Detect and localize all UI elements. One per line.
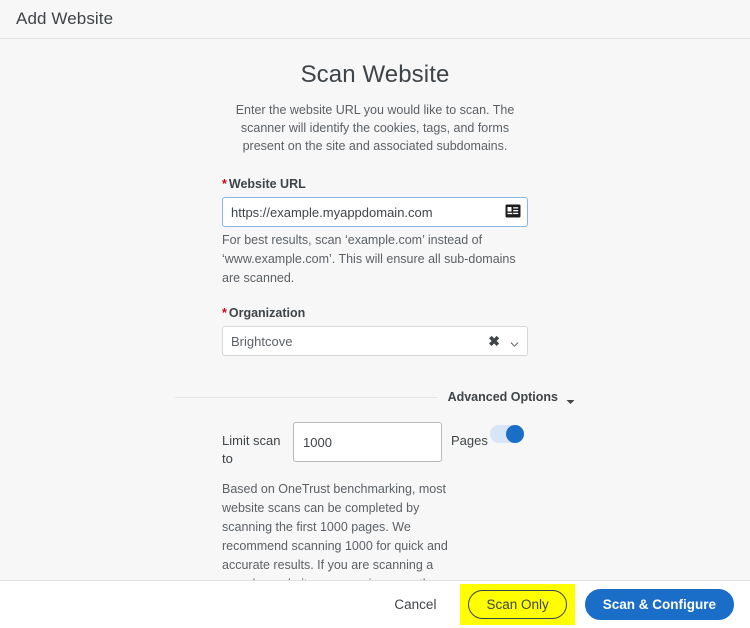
- advanced-options-row[interactable]: Advanced Options: [175, 390, 575, 404]
- website-url-helper-text: For best results, scan ‘example.com’ ins…: [222, 233, 516, 285]
- required-asterisk-org: *: [222, 306, 227, 320]
- scan-only-button[interactable]: Scan Only: [468, 590, 567, 619]
- limit-scan-label: Limit scan to: [222, 433, 281, 466]
- scan-website-heading: Scan Website: [300, 61, 450, 88]
- divider: [175, 396, 438, 398]
- pages-label: Pages: [451, 433, 488, 448]
- website-url-row: [222, 197, 528, 227]
- limit-scan-row: Limit scan to Pages: [222, 422, 528, 468]
- page-title: Add Website: [16, 9, 114, 28]
- required-asterisk-url: *: [222, 177, 227, 191]
- limit-scan-toggle[interactable]: [489, 425, 524, 443]
- organization-select[interactable]: Brightcove: [222, 326, 528, 356]
- chevron-down-icon[interactable]: [510, 336, 519, 347]
- organization-row: Brightcove ✖: [222, 326, 528, 356]
- caret-down-icon[interactable]: [566, 393, 575, 404]
- website-url-label-text: Website URL: [228, 177, 306, 191]
- organization-label-text: Organization: [228, 306, 306, 320]
- website-url-input[interactable]: [222, 197, 528, 227]
- scan-only-highlight: Scan Only: [460, 584, 575, 625]
- limit-scan-input[interactable]: [293, 422, 442, 462]
- organization-label: * Organization: [222, 306, 528, 320]
- add-website-modal: Add Website Scan Website Enter the websi…: [0, 0, 750, 628]
- modal-header: Add Website: [0, 0, 750, 39]
- scan-website-description: Enter the website URL you would like to …: [235, 103, 515, 153]
- advanced-options-label[interactable]: Advanced Options: [448, 390, 558, 404]
- cancel-button[interactable]: Cancel: [382, 589, 448, 620]
- scan-and-configure-button[interactable]: Scan & Configure: [584, 589, 734, 620]
- modal-body: Scan Website Enter the website URL you w…: [0, 39, 750, 580]
- scan-website-form: Scan Website Enter the website URL you w…: [175, 39, 575, 580]
- website-url-label: * Website URL: [222, 177, 528, 191]
- clear-icon[interactable]: ✖: [488, 332, 500, 350]
- modal-footer: Cancel Scan Only Scan & Configure: [0, 580, 750, 628]
- limit-scan-description: Based on OneTrust benchmarking, most web…: [222, 482, 448, 580]
- contact-card-icon[interactable]: [505, 204, 521, 218]
- toggle-knob: [505, 425, 524, 443]
- organization-selected-value: Brightcove: [231, 333, 293, 349]
